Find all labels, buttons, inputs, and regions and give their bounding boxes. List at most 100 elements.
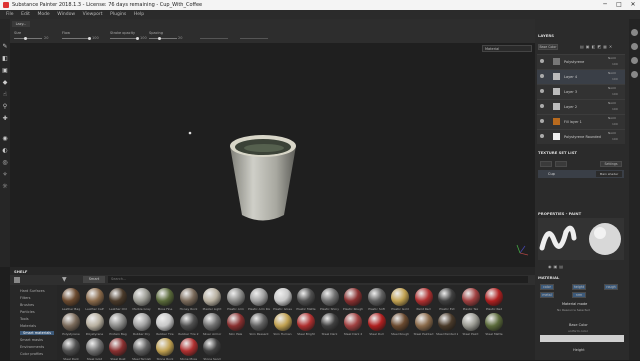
base-color-swatch[interactable] [540, 335, 624, 342]
menu-plugins[interactable]: Plugins [110, 10, 126, 19]
material-thumbnail[interactable] [179, 338, 198, 356]
channel-metal-toggle[interactable]: metal [540, 292, 554, 298]
spacing-value[interactable]: 20 [178, 36, 182, 40]
layer-row-layer-3[interactable]: Layer 3 Norm 100 [537, 84, 625, 99]
layer-row-layer-2[interactable]: Layer 2 Norm 100 [537, 99, 625, 114]
viewport-mode-select[interactable]: Material [482, 45, 532, 52]
material-thumbnail[interactable] [156, 338, 174, 356]
material-thumbnail[interactable] [414, 313, 433, 331]
close-button[interactable]: ✕ [626, 0, 640, 10]
bake-icon[interactable]: ◉ [2, 136, 8, 142]
flow-slider-handle[interactable] [88, 37, 91, 40]
material-thumbnail[interactable] [62, 313, 80, 331]
material-thumbnail[interactable] [273, 288, 292, 306]
layer-blend[interactable]: Norm [608, 56, 616, 60]
3d-viewport[interactable] [10, 43, 535, 267]
picker-icon[interactable]: ✚ [2, 116, 8, 122]
tsl-button-1[interactable] [540, 161, 552, 167]
spacing-slider[interactable] [149, 38, 177, 39]
cup-model[interactable] [10, 43, 535, 267]
layers-panel-icon[interactable] [631, 29, 638, 36]
material-thumbnail[interactable] [109, 288, 127, 306]
material-thumbnail[interactable] [132, 338, 151, 356]
material-thumbnail[interactable] [62, 288, 80, 306]
settings-button[interactable]: Settings [600, 161, 622, 167]
stroke-opacity-slider[interactable] [110, 38, 138, 39]
material-thumbnail[interactable] [203, 313, 221, 331]
category-item[interactable]: Tools [20, 317, 29, 321]
display-icon[interactable] [631, 57, 638, 64]
category-item[interactable]: Filters [20, 296, 31, 300]
folder-icon[interactable] [14, 277, 20, 283]
material-thumbnail[interactable] [109, 338, 127, 356]
category-item-selected[interactable]: Smart materials [20, 331, 55, 335]
material-thumbnail[interactable] [320, 288, 339, 306]
eraser-icon[interactable]: ◧ [2, 56, 8, 62]
channel-height-toggle[interactable]: height [572, 284, 586, 290]
material-thumbnail[interactable] [485, 313, 503, 331]
preset-button[interactable]: Lazy... [12, 21, 30, 27]
material-thumbnail[interactable] [132, 313, 151, 331]
render-icon[interactable]: ◎ [2, 160, 8, 166]
layer-opacity[interactable]: 100 [612, 122, 618, 126]
channel-nrm-toggle[interactable]: nrm [572, 292, 586, 298]
minimize-button[interactable]: ─ [598, 0, 612, 10]
visibility-icon[interactable] [540, 104, 544, 108]
layer-blend[interactable]: Norm [608, 101, 616, 105]
spacing-slider-handle[interactable] [158, 37, 161, 40]
material-thumbnail[interactable] [461, 313, 480, 331]
material-thumbnail[interactable] [320, 313, 339, 331]
material-thumbnail[interactable] [132, 288, 151, 306]
size-slider[interactable] [14, 38, 42, 39]
menu-mode[interactable]: Mode [37, 10, 49, 19]
material-thumbnail[interactable] [438, 313, 456, 331]
channel-rough-toggle[interactable]: rough [604, 284, 618, 290]
material-thumbnail[interactable] [438, 288, 456, 306]
layer-blend[interactable]: Norm [608, 71, 616, 75]
material-thumbnail[interactable] [226, 288, 245, 306]
polygon-fill-icon[interactable]: ◆ [2, 80, 8, 86]
material-thumbnail[interactable] [297, 313, 315, 331]
paint-brush-icon[interactable]: ✎ [2, 44, 8, 50]
material-thumbnail[interactable] [62, 338, 80, 356]
menu-window[interactable]: Window [57, 10, 75, 19]
material-thumbnail[interactable] [109, 313, 127, 331]
material-thumbnail[interactable] [391, 313, 409, 331]
visibility-icon[interactable] [540, 119, 544, 123]
tsl-button-2[interactable] [555, 161, 567, 167]
menu-file[interactable]: File [6, 10, 14, 19]
material-thumbnail[interactable] [367, 288, 386, 306]
material-thumbnail[interactable] [85, 288, 104, 306]
material-thumbnail[interactable] [203, 288, 221, 306]
category-item[interactable]: Brushes [20, 303, 34, 307]
category-item[interactable]: Particles [20, 310, 35, 314]
layer-opacity[interactable]: 100 [612, 92, 618, 96]
material-thumbnail[interactable] [273, 313, 292, 331]
filter-icon[interactable]: ▼ [62, 276, 68, 283]
category-item[interactable]: Smart masks [20, 338, 43, 342]
flow-slider[interactable] [62, 38, 90, 39]
material-thumbnail[interactable] [485, 288, 503, 306]
layer-blend[interactable]: Norm [608, 131, 616, 135]
material-thumbnail[interactable] [297, 288, 315, 306]
visibility-icon[interactable] [540, 134, 544, 138]
layer-row-polystyrene-rounded[interactable]: Polystyrene Rounded Norm 100 [537, 129, 625, 144]
viewer-settings-icon[interactable]: ✧ [2, 172, 8, 178]
layer-blend[interactable]: Norm [608, 116, 616, 120]
category-item[interactable]: Materials [20, 324, 36, 328]
texture-set-row-cup[interactable]: Cup Main shader [538, 170, 624, 178]
channel-color-toggle[interactable]: color [540, 284, 554, 290]
material-thumbnail[interactable] [203, 338, 221, 356]
flow-value[interactable]: 100 [92, 36, 99, 40]
brush-mode-icons[interactable]: ◉▣▤ [548, 264, 576, 270]
material-thumbnail[interactable] [391, 288, 409, 306]
smudge-icon[interactable]: ☝ [2, 92, 8, 98]
shader-select[interactable]: Main shader [596, 171, 622, 177]
layer-row-layer-4[interactable]: Layer 4 Norm 100 [537, 69, 625, 84]
material-thumbnail[interactable] [85, 338, 104, 356]
material-thumbnail[interactable] [156, 313, 174, 331]
smart-filter-chip[interactable]: Smart [83, 276, 105, 283]
layer-opacity[interactable]: 100 [612, 77, 618, 81]
layer-row-polystyrene[interactable]: Polystyrene Norm 100 [537, 54, 625, 69]
menu-viewport[interactable]: Viewport [83, 10, 103, 19]
